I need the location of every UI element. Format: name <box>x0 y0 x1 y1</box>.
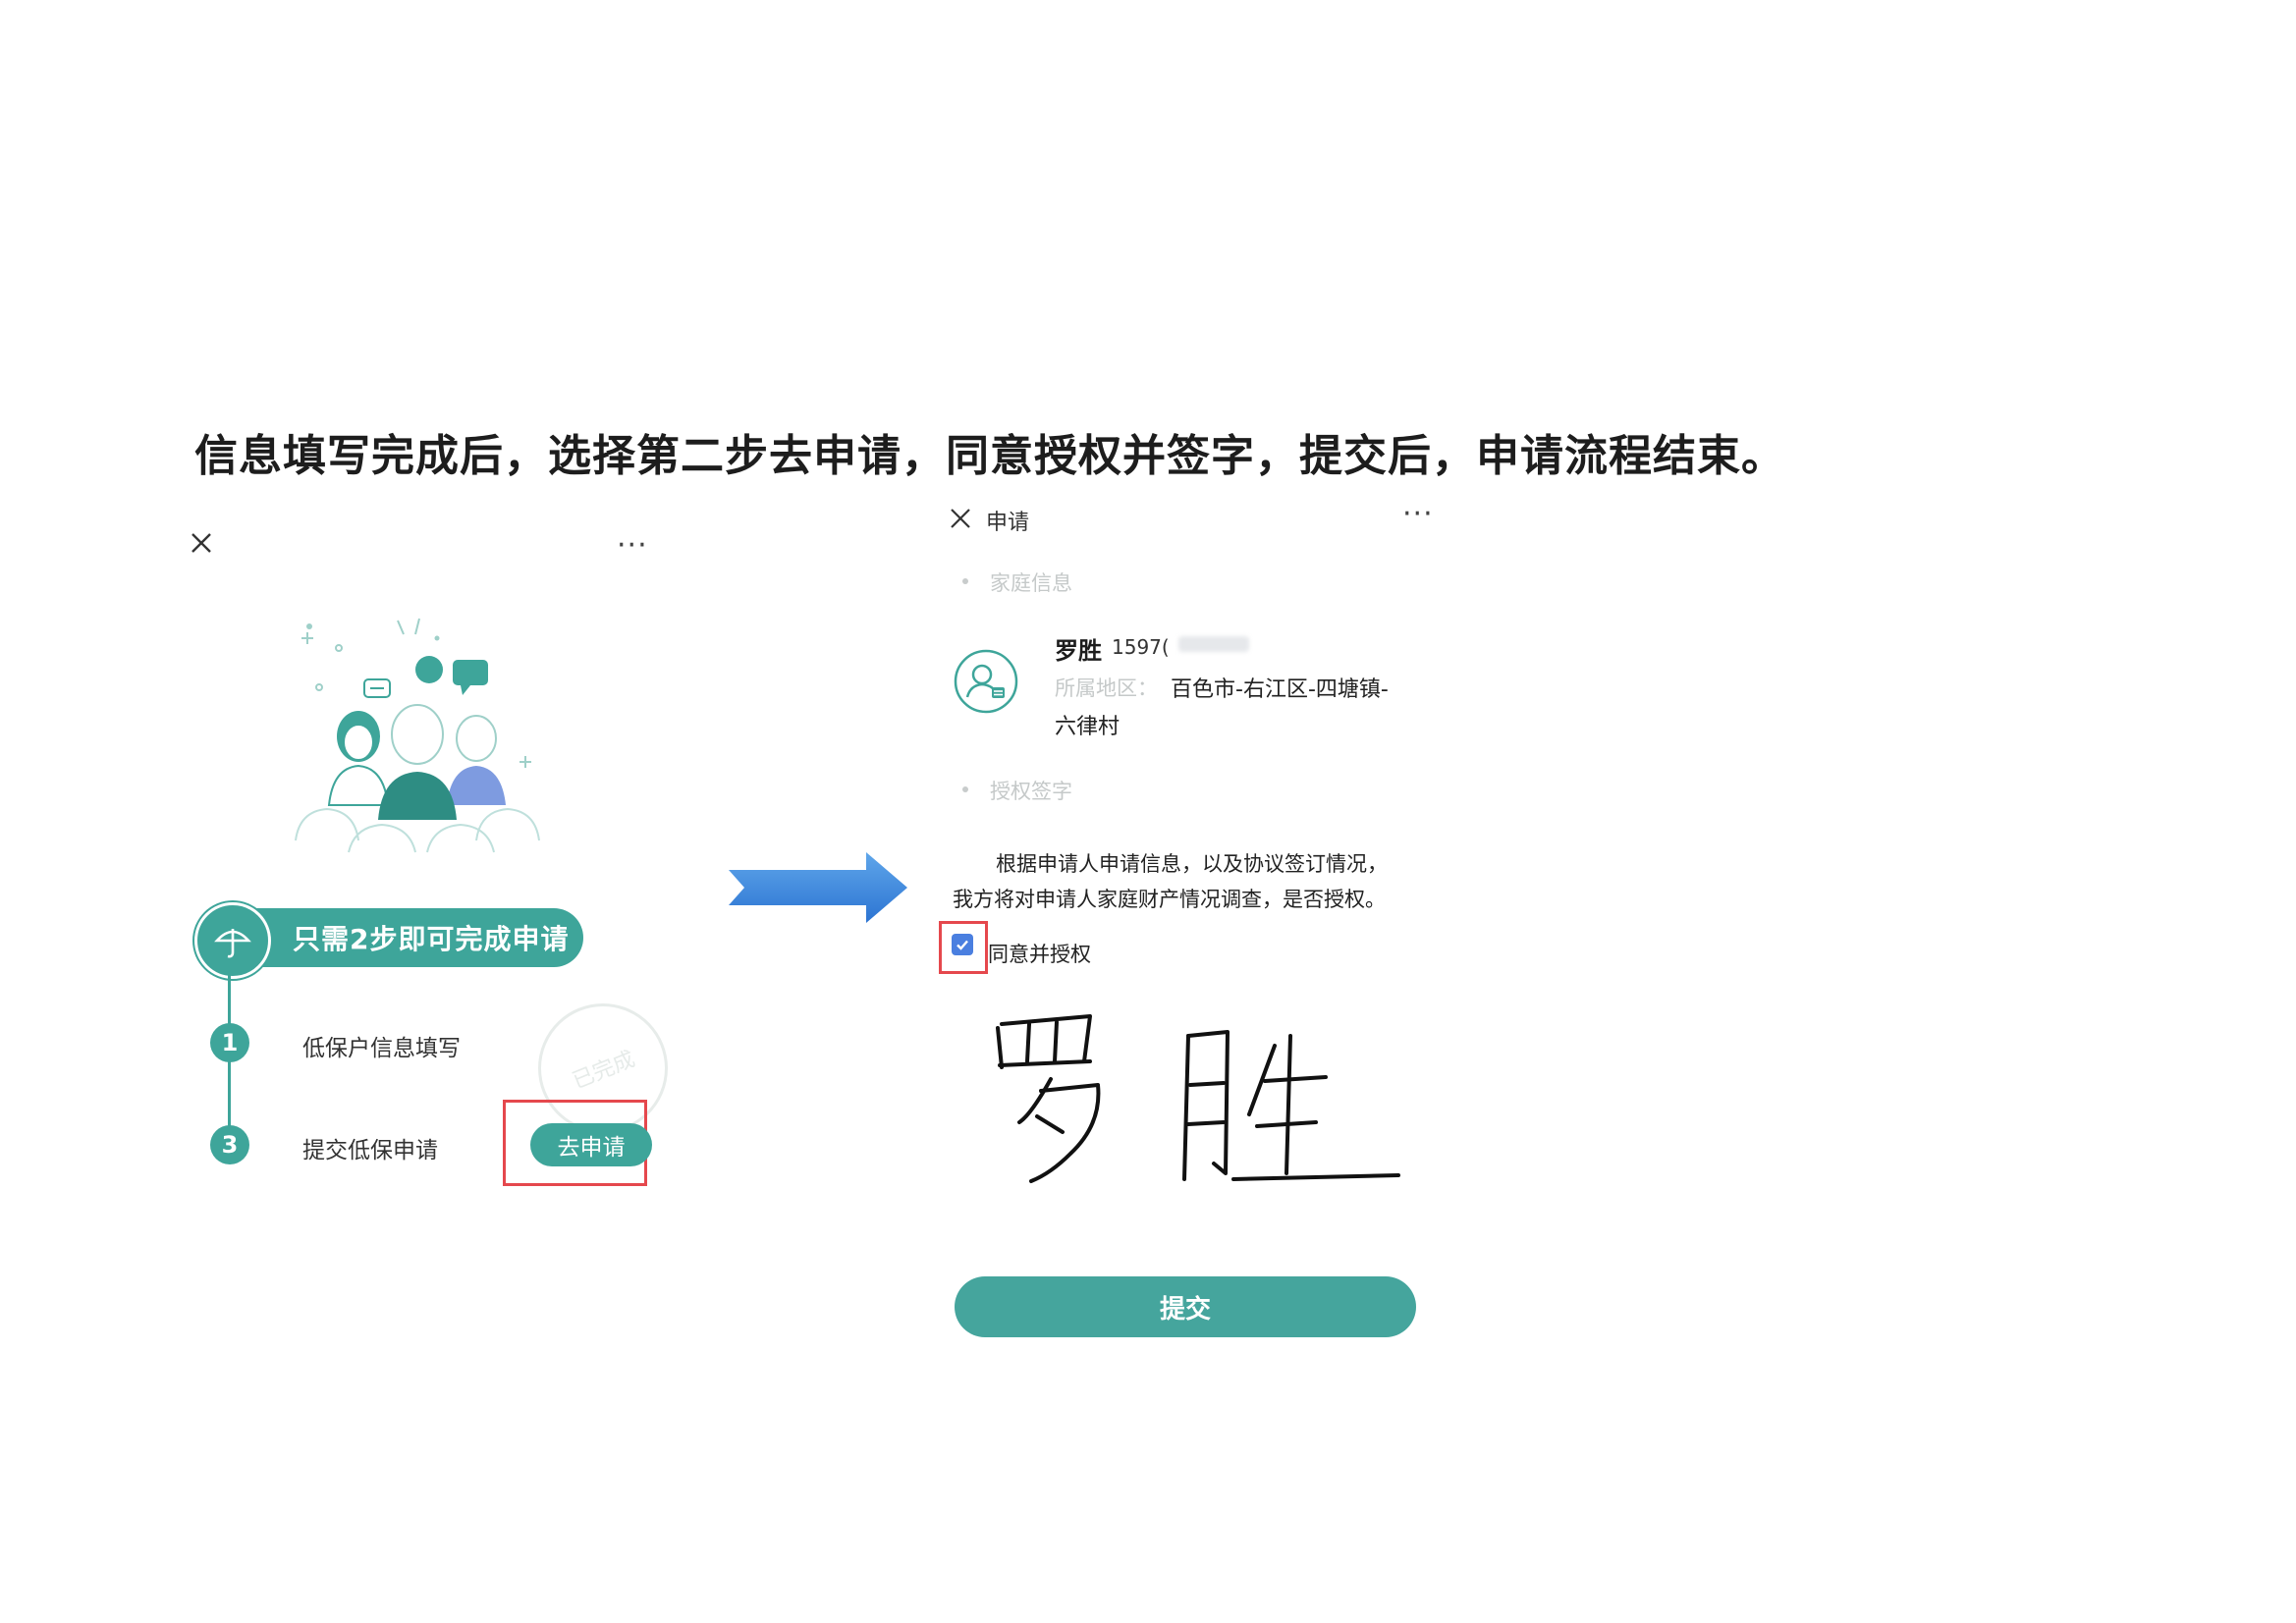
step-number-1: 1 <box>210 1023 249 1062</box>
more-menu-icon[interactable]: ··· <box>617 528 648 563</box>
region-value: 百色市-右江区-四塘镇- <box>1171 677 1389 702</box>
right-arrow-icon <box>729 852 907 923</box>
region-value-village: 六律村 <box>1055 715 1121 739</box>
close-icon[interactable] <box>949 507 972 530</box>
step-number-3: 3 <box>210 1125 249 1164</box>
umbrella-icon <box>194 902 271 979</box>
page-title: 申请 <box>986 511 1030 535</box>
step-label-fill-info: 低保户信息填写 <box>302 1036 461 1061</box>
more-menu-icon[interactable]: ··· <box>1402 497 1434 531</box>
checkmark-icon <box>957 940 968 950</box>
agree-label[interactable]: 同意并授权 <box>988 939 1091 968</box>
apply-button[interactable]: 去申请 <box>530 1123 652 1166</box>
applicant-name: 罗胜 <box>1055 637 1102 665</box>
user-avatar-icon <box>954 649 1018 714</box>
auth-text-line1: 根据申请人申请信息，以及协议签订情况， <box>996 852 1388 876</box>
submit-button[interactable]: 提交 <box>955 1276 1416 1337</box>
section-title-auth: 授权签字 <box>990 780 1072 803</box>
region-label: 所属地区： <box>1055 676 1158 700</box>
auth-text-line2: 我方将对申请人家庭财产情况调查，是否授权。 <box>953 888 1386 911</box>
people-illustration <box>295 618 540 853</box>
handwritten-signature[interactable] <box>992 1006 1404 1208</box>
step-label-submit: 提交低保申请 <box>302 1138 438 1163</box>
section-dot <box>962 786 968 792</box>
section-dot <box>962 578 968 584</box>
agree-checkbox[interactable] <box>952 934 973 955</box>
instruction-text: 信息填写完成后，选择第二步去申请，同意授权并签字，提交后，申请流程结束。 <box>194 431 1785 481</box>
applicant-phone: 1597( <box>1112 635 1170 659</box>
section-title-family: 家庭信息 <box>990 571 1072 595</box>
steps-banner: 只需2步即可完成申请 <box>194 902 583 979</box>
phone-redaction <box>1178 636 1249 652</box>
banner-text: 只需2步即可完成申请 <box>293 923 570 955</box>
close-icon[interactable] <box>189 530 214 556</box>
